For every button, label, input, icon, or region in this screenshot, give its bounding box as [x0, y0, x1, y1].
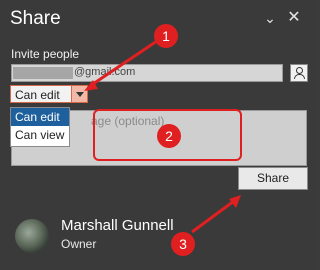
- annotation-arrow-3: [191, 199, 235, 234]
- annotation-arrow-1: [89, 39, 158, 88]
- annotation-badge-2-text: 2: [165, 128, 173, 144]
- annotation-badge-3-text: 3: [179, 236, 187, 252]
- annotation-badge-1-text: 1: [162, 28, 170, 44]
- annotation-overlay: 1 2 3: [84, 24, 242, 256]
- share-pane: Share ⌄ ✕ Invite people @gmail.com Can e…: [0, 0, 316, 270]
